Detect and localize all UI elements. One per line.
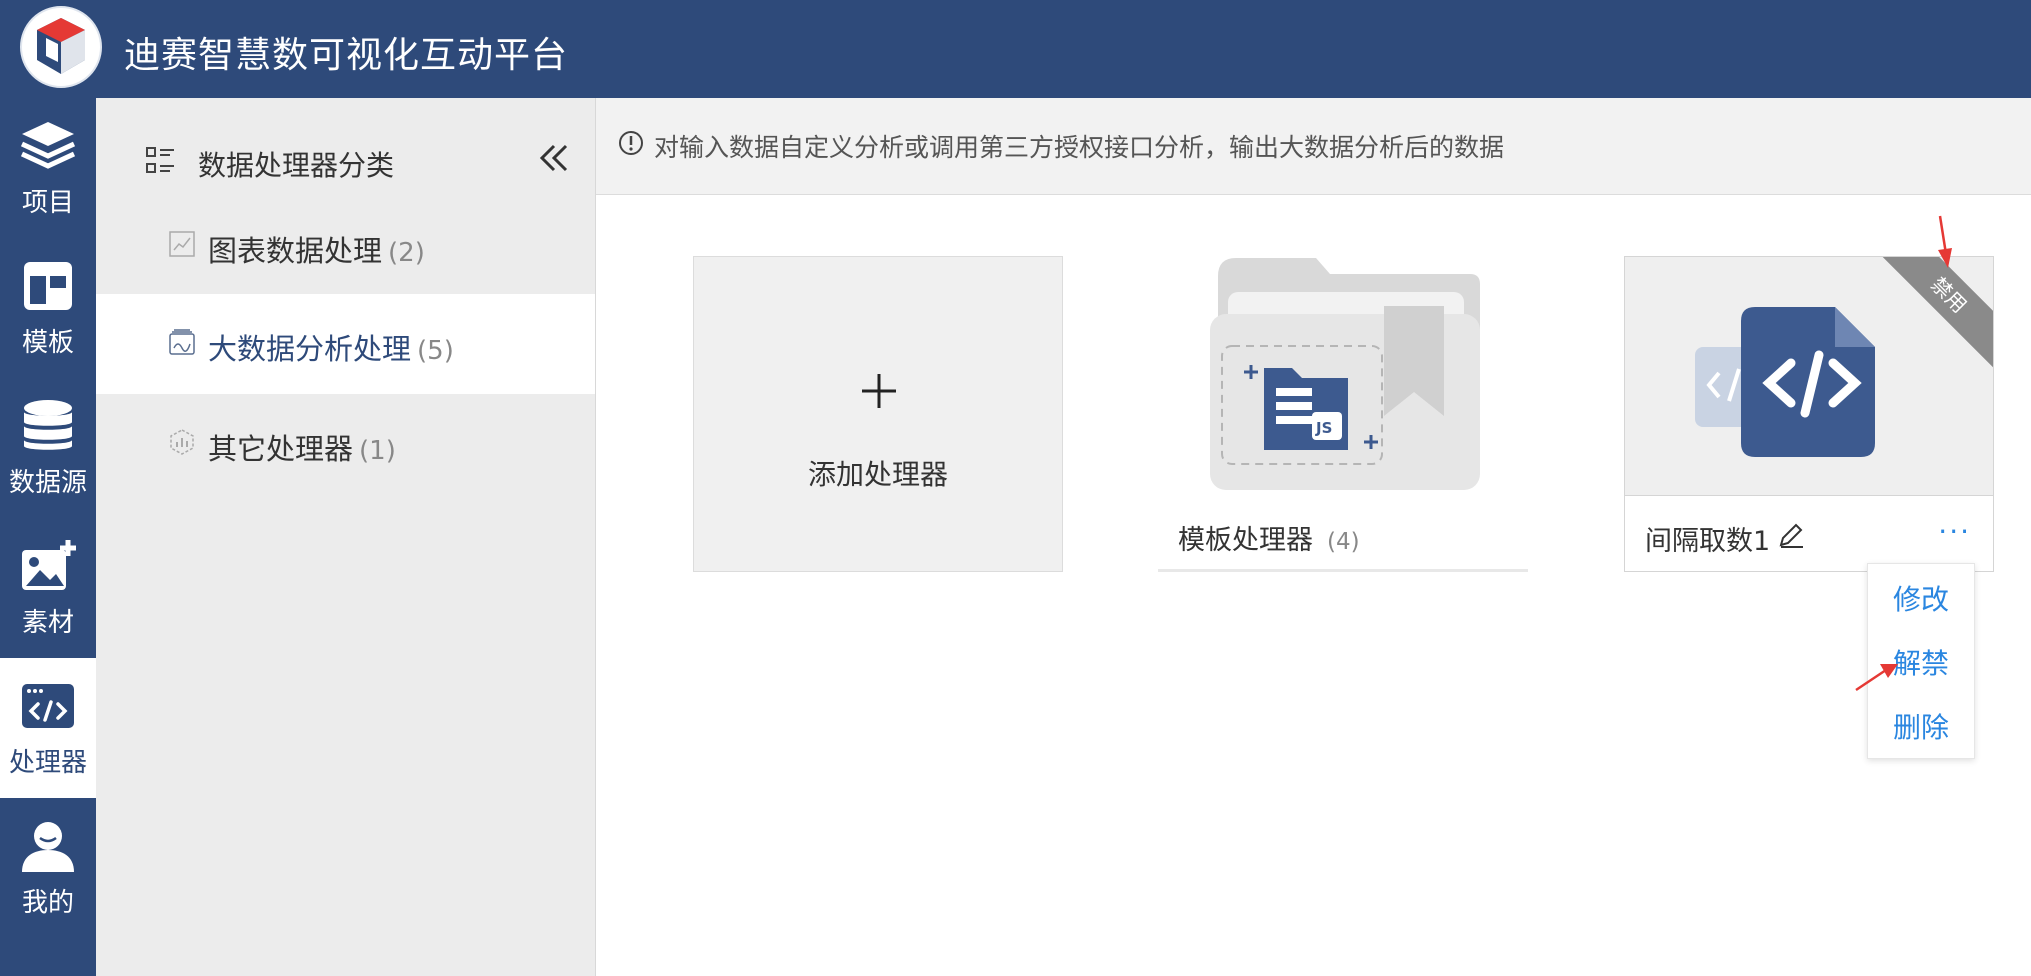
processor-card[interactable]: 禁用 间隔取数1 ··· [1624, 256, 1994, 572]
add-processor-card[interactable]: 添加处理器 [693, 256, 1063, 572]
category-label: 其它处理器 (1) [208, 432, 396, 466]
logo-cube-icon [37, 18, 85, 74]
chart-icon [169, 231, 195, 257]
template-processor-label: 模板处理器 (4) [1178, 525, 1360, 556]
menu-item-delete[interactable]: 删除 [1868, 706, 1974, 746]
info-text: 对输入数据自定义分析或调用第三方授权接口分析，输出大数据分析后的数据 [654, 133, 1505, 162]
category-count: (2) [388, 238, 425, 268]
app-title: 迪赛智慧数可视化互动平台 [124, 35, 569, 76]
collapse-double-chevron-icon[interactable] [536, 138, 572, 178]
nav-label: 数据源 [8, 468, 87, 498]
card-underline [1158, 569, 1528, 572]
info-icon [619, 131, 643, 155]
app-logo [20, 6, 102, 88]
code-window-icon [22, 684, 74, 728]
nav-label: 素材 [21, 608, 74, 638]
more-options-button[interactable]: ··· [1938, 515, 1971, 548]
nav-item-mine[interactable]: 我的 [0, 798, 96, 938]
category-item-other[interactable]: 其它处理器 (1) [96, 394, 595, 494]
annotation-arrow-unban [1855, 664, 1898, 692]
nav-item-processors[interactable]: 处理器 [0, 658, 96, 798]
nav-item-datasource[interactable]: 数据源 [0, 378, 96, 518]
nav-item-templates[interactable]: 模板 [0, 238, 96, 378]
nav-label: 我的 [21, 888, 74, 918]
plus-icon [862, 374, 896, 408]
image-add-icon [22, 540, 76, 590]
template-processor-card[interactable]: JS 模板处理器 (4) [1158, 256, 1528, 572]
main-nav-rail: 项目 模板 数据源 素材 处理器 我的 [0, 98, 96, 976]
edit-pencil-icon[interactable] [1777, 521, 1805, 549]
nav-item-assets[interactable]: 素材 [0, 518, 96, 658]
category-item-bigdata[interactable]: 大数据分析处理 (5) [96, 294, 595, 394]
code-file-icon [1695, 307, 1875, 457]
category-title: 数据处理器分类 [198, 149, 395, 182]
info-bar: 对输入数据自定义分析或调用第三方授权接口分析，输出大数据分析后的数据 [596, 98, 2031, 195]
category-count: (5) [417, 336, 454, 366]
database-icon [24, 400, 72, 450]
layers-icon [20, 122, 76, 169]
category-item-chart[interactable]: 图表数据处理 (2) [96, 196, 595, 296]
annotation-arrow-ribbon [1938, 215, 1952, 268]
category-label: 图表数据处理 (2) [208, 234, 425, 268]
svg-text:JS: JS [1315, 419, 1332, 437]
menu-item-modify[interactable]: 修改 [1868, 578, 1974, 618]
category-label: 大数据分析处理 (5) [208, 332, 454, 366]
category-count: (1) [359, 436, 396, 466]
nav-label: 项目 [21, 188, 74, 218]
nav-item-projects[interactable]: 项目 [0, 98, 96, 238]
user-icon [22, 822, 74, 872]
nav-label: 处理器 [8, 748, 87, 778]
processor-name: 间隔取数1 [1645, 526, 1771, 557]
list-icon [146, 147, 174, 173]
template-processor-count: (4) [1327, 529, 1360, 555]
other-processor-icon [170, 429, 194, 455]
add-processor-label: 添加处理器 [807, 458, 948, 491]
app-header: 迪赛智慧数可视化互动平台 [0, 0, 2031, 98]
analysis-icon [169, 329, 195, 355]
category-panel: 数据处理器分类 图表数据处理 (2) 大数据分析处理 (5) 其它处理器 (1) [96, 98, 596, 976]
template-icon [24, 262, 72, 310]
nav-label: 模板 [21, 328, 74, 358]
folder-js-icon: JS [1210, 258, 1480, 490]
